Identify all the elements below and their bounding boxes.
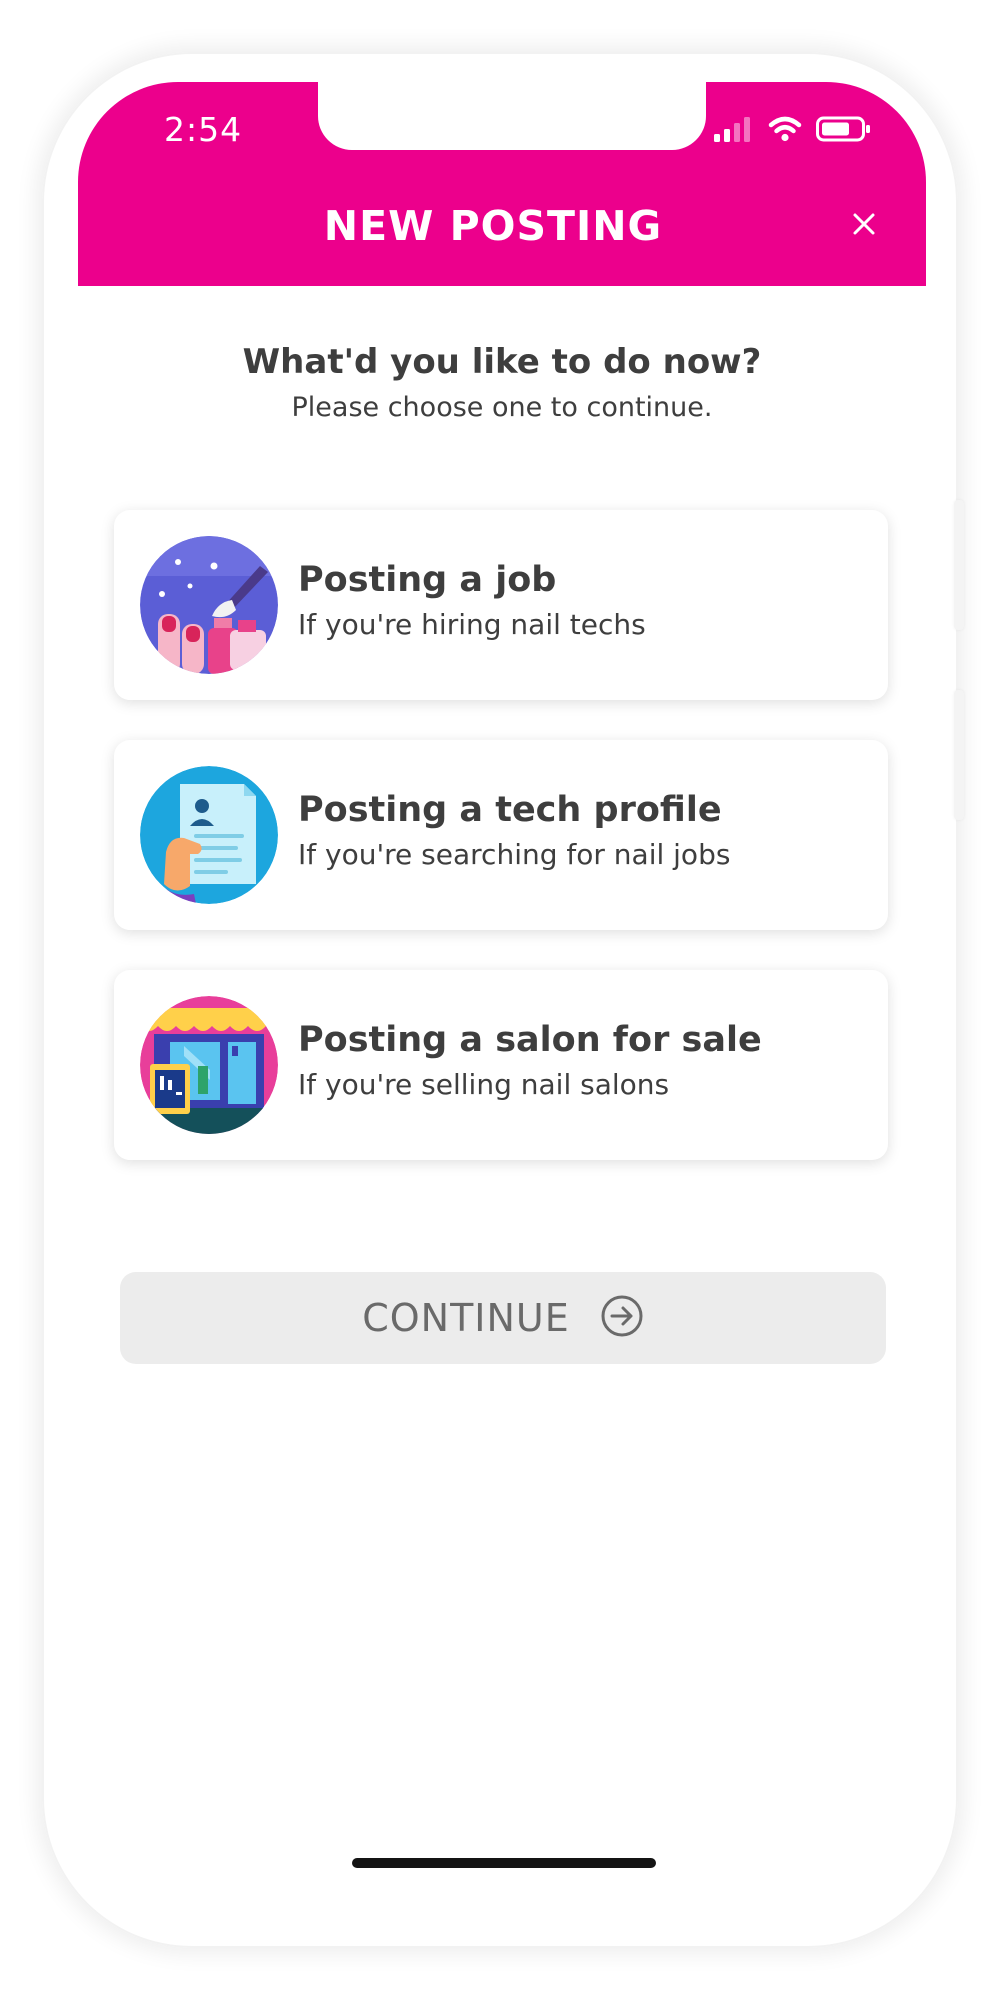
status-time: 2:54 bbox=[164, 110, 243, 149]
continue-label: CONTINUE bbox=[362, 1296, 570, 1340]
page-title: NEW POSTING bbox=[323, 202, 663, 250]
volume-up-button bbox=[954, 500, 964, 630]
close-icon bbox=[852, 212, 876, 240]
option-text: Posting a salon for sale If you're selli… bbox=[298, 1020, 762, 1101]
option-posting-tech-profile[interactable]: Posting a tech profile If you're searchi… bbox=[114, 740, 888, 930]
prompt-heading: What'd you like to do now? bbox=[242, 342, 762, 382]
option-subtitle: If you're selling nail salons bbox=[298, 1068, 670, 1101]
option-posting-job[interactable]: Posting a job If you're hiring nail tech… bbox=[114, 510, 888, 700]
salon-storefront-icon bbox=[140, 996, 278, 1134]
prompt-section: What'd you like to do now? Please choose… bbox=[78, 342, 926, 423]
arrow-right-circle-icon bbox=[600, 1294, 644, 1342]
device-notch bbox=[318, 82, 706, 150]
option-text: Posting a tech profile If you're searchi… bbox=[298, 790, 730, 871]
option-title: Posting a job bbox=[298, 560, 557, 600]
app-screen: 2:54 NEW POSTING What'd you like to do n… bbox=[78, 82, 926, 1917]
wifi-icon bbox=[768, 116, 802, 146]
option-posting-salon-for-sale[interactable]: Posting a salon for sale If you're selli… bbox=[114, 970, 888, 1160]
option-text: Posting a job If you're hiring nail tech… bbox=[298, 560, 646, 641]
option-subtitle: If you're hiring nail techs bbox=[298, 608, 646, 641]
nail-polish-icon bbox=[140, 536, 278, 674]
resume-profile-icon bbox=[140, 766, 278, 904]
close-button[interactable] bbox=[846, 208, 882, 244]
option-title: Posting a salon for sale bbox=[298, 1020, 762, 1060]
home-indicator[interactable] bbox=[352, 1858, 656, 1868]
status-icons bbox=[714, 116, 872, 146]
header-bar: 2:54 NEW POSTING bbox=[78, 82, 926, 286]
continue-button[interactable]: CONTINUE bbox=[120, 1272, 886, 1364]
prompt-subheading: Please choose one to continue. bbox=[291, 392, 713, 423]
volume-down-button bbox=[954, 690, 964, 820]
cellular-signal-icon bbox=[714, 116, 754, 146]
option-subtitle: If you're searching for nail jobs bbox=[298, 838, 731, 871]
option-title: Posting a tech profile bbox=[298, 790, 722, 830]
battery-icon bbox=[816, 116, 872, 146]
